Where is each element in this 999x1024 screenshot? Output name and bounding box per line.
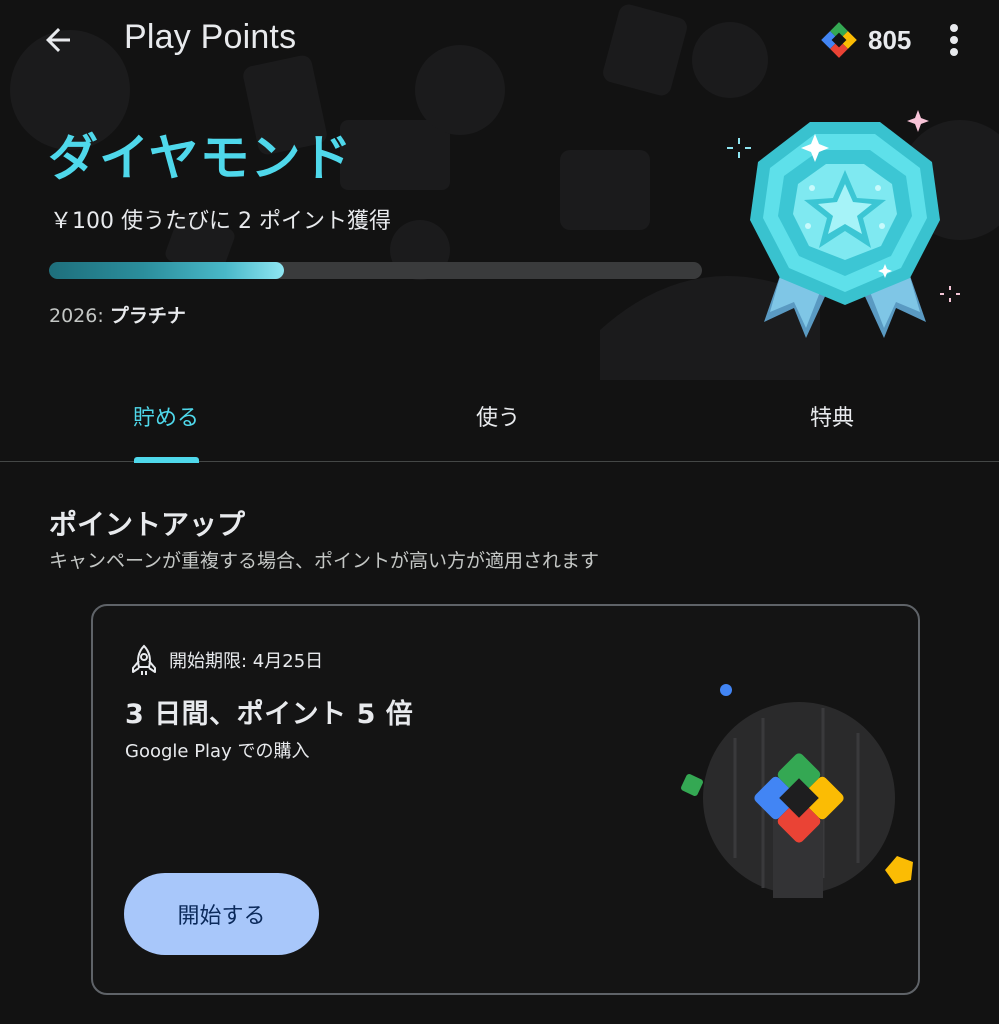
- top-app-bar: Play Points 805: [0, 0, 999, 80]
- more-options-button[interactable]: [936, 16, 972, 64]
- play-points-logo-icon: [821, 22, 857, 58]
- tier-earn-rate: ￥100 使うたびに 2 ポイント獲得: [50, 209, 391, 234]
- play-points-screen: Play Points 805 ダイヤモンド ￥100 使うたびに 2 ポイント…: [0, 0, 999, 1024]
- back-button[interactable]: [34, 16, 82, 64]
- campaign-title: 3 日間、ポイント 5 倍: [125, 699, 414, 730]
- tier-name: ダイヤモンド: [48, 129, 353, 187]
- more-vert-icon: [950, 24, 958, 56]
- points-balance-chip[interactable]: 805: [818, 18, 911, 62]
- campaign-meta: 開始期限: 4月25日: [129, 644, 323, 676]
- tab-use[interactable]: 使う: [398, 370, 598, 462]
- campaign-description: Google Play での購入: [125, 741, 310, 762]
- tab-earn[interactable]: 貯める: [66, 370, 266, 462]
- page-title: Play Points: [124, 18, 297, 56]
- tab-perks[interactable]: 特典: [732, 370, 932, 462]
- arrow-back-icon: [46, 28, 70, 52]
- points-boost-card: 開始期限: 4月25日 3 日間、ポイント 5 倍 Google Play での…: [91, 604, 920, 995]
- section-subtitle: キャンペーンが重複する場合、ポイントが高い方が適用されます: [49, 550, 600, 572]
- play-points-badge-illustration: [681, 684, 913, 898]
- campaign-deadline: 開始期限: 4月25日: [169, 651, 324, 672]
- start-campaign-button[interactable]: 開始する: [124, 873, 319, 955]
- next-year-label: 2026:: [49, 305, 104, 327]
- tier-progress-fill: [49, 262, 285, 279]
- rocket-icon: [132, 644, 156, 675]
- active-tab-indicator: [134, 457, 199, 463]
- section-title: ポイントアップ: [49, 508, 246, 541]
- tab-bar: 貯める 使う 特典: [0, 370, 999, 463]
- tier-progress-bar: [49, 262, 702, 279]
- points-balance: 805: [868, 24, 912, 55]
- next-year-tier-name: プラチナ: [109, 305, 186, 327]
- diamond-medal-icon: [727, 110, 960, 338]
- next-year-tier: 2026: プラチナ: [49, 301, 186, 328]
